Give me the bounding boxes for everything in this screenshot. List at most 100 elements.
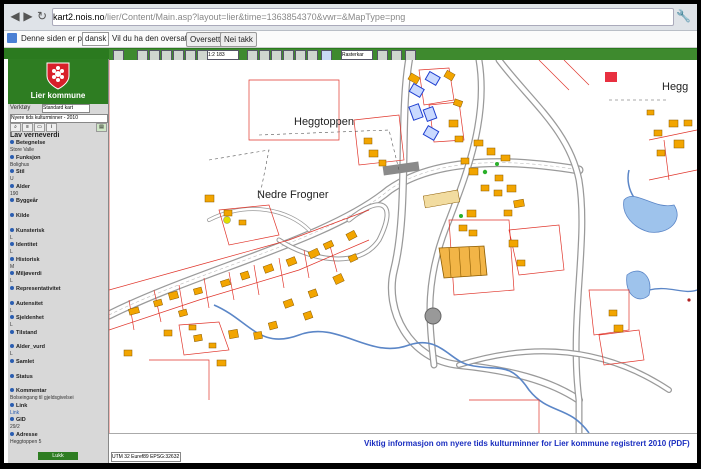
- building-footprint[interactable]: [163, 329, 173, 337]
- building-footprint[interactable]: [500, 154, 511, 162]
- list-icon[interactable]: ≡: [22, 123, 33, 132]
- building-footprint[interactable]: [238, 219, 247, 226]
- building-footprint[interactable]: [448, 119, 459, 128]
- building-footprint[interactable]: [653, 129, 663, 137]
- attribute-link[interactable]: Link: [10, 410, 19, 416]
- building-footprint[interactable]: [452, 98, 464, 108]
- layers-icon[interactable]: ▤: [96, 123, 107, 132]
- building-footprint[interactable]: [673, 139, 685, 149]
- building-footprint[interactable]: [454, 135, 464, 143]
- building-footprint[interactable]: [322, 240, 335, 250]
- building-footprint[interactable]: [443, 69, 456, 82]
- kommune-name: Lier kommune: [30, 91, 86, 100]
- building-footprint[interactable]: [683, 119, 693, 127]
- building-footprint[interactable]: [267, 320, 279, 331]
- address-bar[interactable]: kart2.nois.no/lier/Content/Main.asp?layo…: [52, 8, 674, 26]
- building-footprint[interactable]: [216, 359, 227, 367]
- attribute-value: Store Valle: [10, 147, 35, 153]
- layer-select[interactable]: Rasterkar: [341, 50, 373, 60]
- attribute-label-text: Status: [16, 373, 33, 380]
- building-footprint[interactable]: [508, 239, 519, 248]
- attribute-label-text: Identitet: [16, 242, 38, 249]
- attribute-value: M: [10, 263, 15, 270]
- building-footprint[interactable]: [208, 342, 217, 349]
- building-footprint[interactable]: [493, 189, 503, 197]
- attribute-value: L: [10, 278, 13, 285]
- attribute-row: Kunsterisk L: [10, 227, 106, 243]
- building-footprint[interactable]: [466, 209, 477, 218]
- building-footprint[interactable]: [368, 149, 379, 158]
- building-footprint[interactable]: [223, 209, 233, 217]
- scale-select[interactable]: 1:2 183: [207, 50, 239, 60]
- building-footprint[interactable]: [282, 298, 295, 309]
- building-footprint[interactable]: [516, 259, 526, 267]
- map-drawing: [109, 60, 697, 433]
- attribute-row: Betegnelse Store Valle: [10, 140, 106, 155]
- print-icon[interactable]: ▭: [34, 123, 45, 132]
- attribute-row: Samlet: [10, 358, 106, 374]
- theme-select[interactable]: Nyere tids kulturminner - 2010: [10, 114, 108, 123]
- building-footprint[interactable]: [494, 174, 504, 182]
- translate-button[interactable]: Oversett: [186, 32, 225, 47]
- building-footprint[interactable]: [608, 309, 618, 317]
- map-canvas[interactable]: Heggtoppen Nedre Frogner Hegg: [109, 60, 697, 433]
- building-footprint[interactable]: [458, 224, 468, 232]
- bullet-icon: [10, 227, 14, 232]
- building-footprint[interactable]: [513, 198, 525, 209]
- sidebar-tools: ⌕ ≡ ▭ i ▤: [10, 123, 107, 132]
- info-pdf-link[interactable]: Viktig informasjon om nyere tids kulturm…: [364, 439, 690, 448]
- building-footprint[interactable]: [193, 286, 203, 296]
- building-footprint[interactable]: [468, 229, 478, 237]
- building-footprint[interactable]: [178, 308, 188, 318]
- basemap-select[interactable]: Standard kart: [42, 104, 90, 113]
- wrench-icon[interactable]: 🔧: [676, 9, 691, 23]
- search-icon[interactable]: ⌕: [10, 123, 21, 132]
- building-footprint[interactable]: [473, 139, 484, 147]
- building-footprint[interactable]: [480, 184, 490, 192]
- building-footprint[interactable]: [646, 109, 655, 116]
- forward-icon[interactable]: ▶: [21, 9, 35, 23]
- info-icon[interactable]: i: [46, 123, 57, 132]
- attribute-label-text: Funksjon: [16, 154, 41, 161]
- attribute-row: Stil U: [10, 169, 106, 184]
- building-footprint[interactable]: [468, 167, 479, 176]
- building-footprint[interactable]: [332, 273, 345, 285]
- building-footprint[interactable]: [345, 229, 358, 242]
- building-footprint[interactable]: [204, 194, 215, 203]
- no-thanks-button[interactable]: Nei takk: [220, 32, 257, 47]
- reload-icon[interactable]: ↻: [35, 9, 49, 23]
- building-footprint[interactable]: [668, 119, 679, 128]
- building-footprint[interactable]: [307, 288, 319, 299]
- coordinate-system-select[interactable]: UTM 32 Euref89 EPSG:32632: [111, 452, 181, 462]
- building-footprint[interactable]: [656, 149, 666, 157]
- building-footprint[interactable]: [228, 328, 239, 340]
- attribute-label: Adresse: [10, 431, 38, 438]
- building-footprint[interactable]: [506, 184, 517, 193]
- attribute-value: L: [10, 307, 13, 314]
- building-footprint[interactable]: [188, 324, 197, 331]
- building-footprint[interactable]: [460, 157, 470, 165]
- language-select[interactable]: dansk: [82, 32, 110, 46]
- building-footprint[interactable]: [302, 310, 314, 321]
- building-footprint[interactable]: [193, 334, 203, 342]
- building-footprint[interactable]: [285, 256, 298, 267]
- back-icon[interactable]: ◀: [8, 9, 22, 23]
- building-footprint[interactable]: [486, 147, 496, 156]
- building-footprint[interactable]: [123, 349, 133, 357]
- bullet-icon: [10, 344, 14, 349]
- building-footprint[interactable]: [239, 270, 251, 281]
- info-sidebar: Lier kommune Verktøy Standard kart Nyere…: [8, 59, 109, 463]
- attribute-label: Kommentar: [10, 388, 47, 394]
- attribute-label: Sjeldenhet: [10, 315, 44, 321]
- building-footprint[interactable]: [613, 324, 624, 333]
- building-footprint[interactable]: [153, 298, 163, 308]
- building-footprint[interactable]: [503, 209, 513, 217]
- close-button[interactable]: Lukk: [38, 452, 78, 460]
- building-footprint[interactable]: [363, 137, 373, 145]
- attribute-row: Adresse Heggtoppen 5: [10, 431, 106, 447]
- building-footprint[interactable]: [253, 331, 263, 340]
- lier-coat-of-arms: [46, 62, 70, 90]
- building-footprint[interactable]: [262, 263, 275, 274]
- building-footprint[interactable]: [378, 159, 387, 167]
- building-footprint[interactable]: [219, 278, 232, 288]
